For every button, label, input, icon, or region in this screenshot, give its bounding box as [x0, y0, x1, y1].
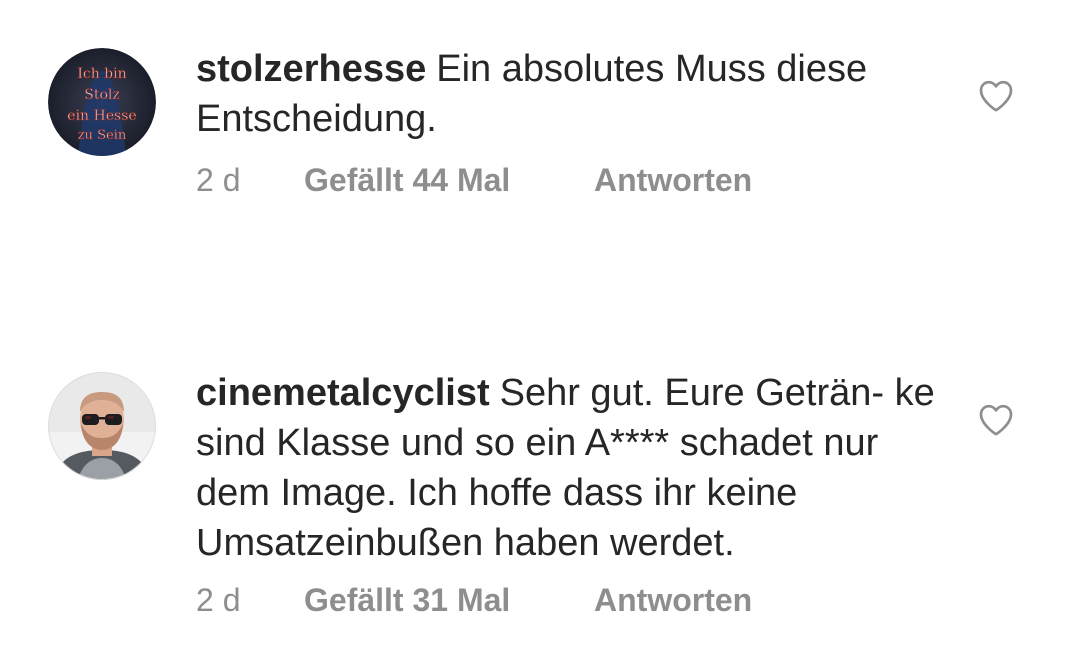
- avatar-text-line: Ich bin: [77, 66, 126, 82]
- comment-username[interactable]: stolzerhesse: [196, 48, 426, 90]
- comment-timestamp: 2 d: [196, 582, 241, 618]
- comment-text-block: stolzerhesse Ein absolutes Muss diese Ent…: [196, 44, 946, 144]
- reply-button[interactable]: Antworten: [594, 162, 752, 199]
- profile-photo-man-sunglasses-icon: [48, 372, 156, 480]
- comment-body: cinemetalcyclist Sehr gut. Eure Geträn- k…: [196, 368, 946, 568]
- avatar-text-line: ein Hesse: [67, 108, 136, 124]
- ich-bin-stolz-badge-icon: Ich bin Stolz ein Hesse zu Sein: [48, 48, 156, 156]
- comment-text-block: cinemetalcyclist Sehr gut. Eure Geträn- k…: [196, 368, 946, 568]
- comment-likes[interactable]: Gefällt 31 Mal: [304, 582, 594, 619]
- heart-icon[interactable]: [976, 400, 1016, 440]
- heart-icon[interactable]: [976, 76, 1016, 116]
- comment-meta: 2 d Gefällt 44 Mal Antworten: [196, 162, 752, 199]
- comment-likes[interactable]: Gefällt 44 Mal: [304, 162, 594, 199]
- avatar-text-line: Stolz: [84, 87, 120, 103]
- avatar[interactable]: [48, 372, 156, 480]
- avatar-text-line: zu Sein: [78, 128, 127, 143]
- avatar[interactable]: Ich bin Stolz ein Hesse zu Sein: [48, 48, 156, 156]
- comment-timestamp: 2 d: [196, 162, 241, 198]
- comment-body: stolzerhesse Ein absolutes Muss diese Ent…: [196, 44, 946, 144]
- comment-meta: 2 d Gefällt 31 Mal Antworten: [196, 582, 752, 619]
- reply-button[interactable]: Antworten: [594, 582, 752, 619]
- comment-username[interactable]: cinemetalcyclist: [196, 372, 490, 414]
